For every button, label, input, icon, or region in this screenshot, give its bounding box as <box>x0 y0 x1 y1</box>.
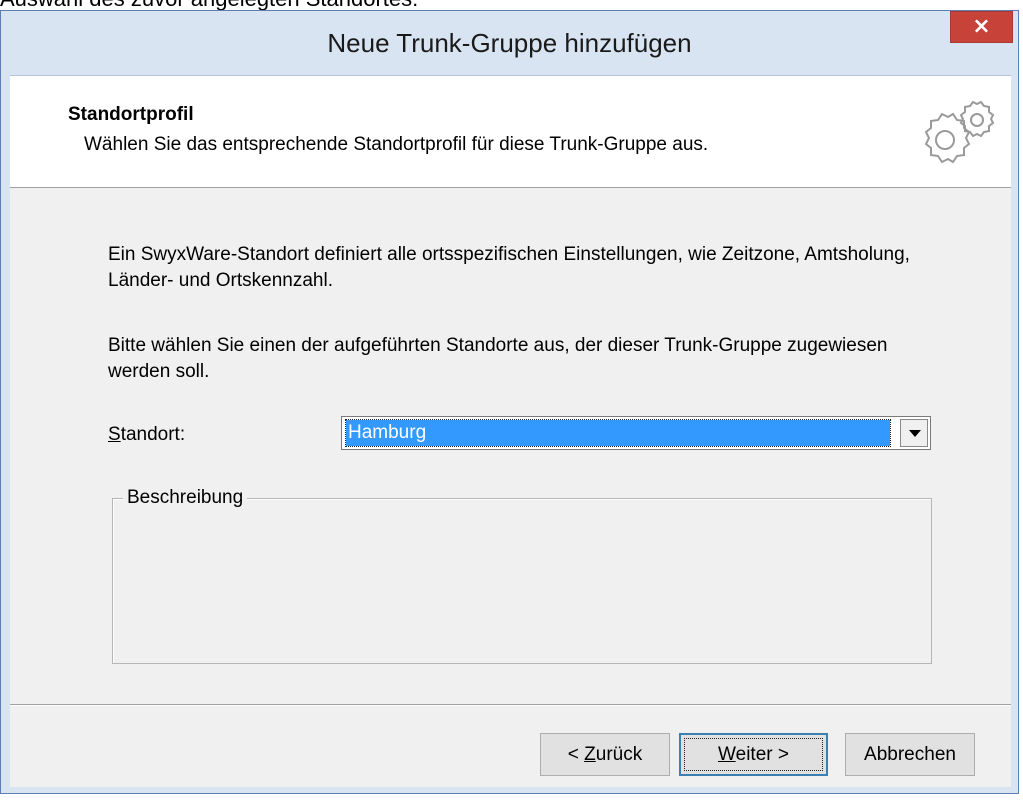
description-groupbox: Beschreibung <box>112 486 932 664</box>
wizard-header: Standortprofil Wählen Sie das entspreche… <box>10 76 1011 188</box>
cancel-button[interactable]: Abbrechen <box>845 733 975 776</box>
standort-dropdown[interactable]: Hamburg <box>341 416 931 450</box>
info-paragraph-select: Bitte wählen Sie einen der aufgeführten … <box>108 335 888 382</box>
focus-rectangle <box>684 738 823 771</box>
standort-dropdown-value: Hamburg <box>345 419 891 447</box>
chevron-down-icon[interactable] <box>900 419 928 447</box>
standort-label-text: tandort: <box>120 424 186 445</box>
back-button-text: urück <box>595 744 643 765</box>
back-button-prefix: < <box>567 744 585 765</box>
dialog-client-area: Standortprofil Wählen Sie das entspreche… <box>10 75 1011 787</box>
gears-icon <box>924 100 995 164</box>
window-title: Neue Trunk-Gruppe hinzufügen <box>327 28 692 58</box>
title-bar[interactable]: Neue Trunk-Gruppe hinzufügen × <box>1 11 1018 75</box>
next-button[interactable]: Weiter > <box>679 733 828 776</box>
description-legend: Beschreibung <box>123 486 248 510</box>
page-title: Standortprofil <box>68 104 194 125</box>
close-icon: × <box>972 14 991 39</box>
info-paragraph-location: Ein SwyxWare-Standort definiert alle ort… <box>108 244 910 291</box>
footer-separator <box>10 704 1011 706</box>
standort-label: Standort: <box>108 424 185 446</box>
dialog-window: Neue Trunk-Gruppe hinzufügen × Standortp… <box>0 10 1019 794</box>
back-button[interactable]: < Zurück <box>540 733 670 776</box>
page-subtitle: Wählen Sie das entsprechende Standortpro… <box>84 134 709 155</box>
close-button[interactable]: × <box>950 11 1013 43</box>
standort-label-mnemonic: S <box>108 424 121 445</box>
back-button-mnemonic: Z <box>584 744 596 765</box>
